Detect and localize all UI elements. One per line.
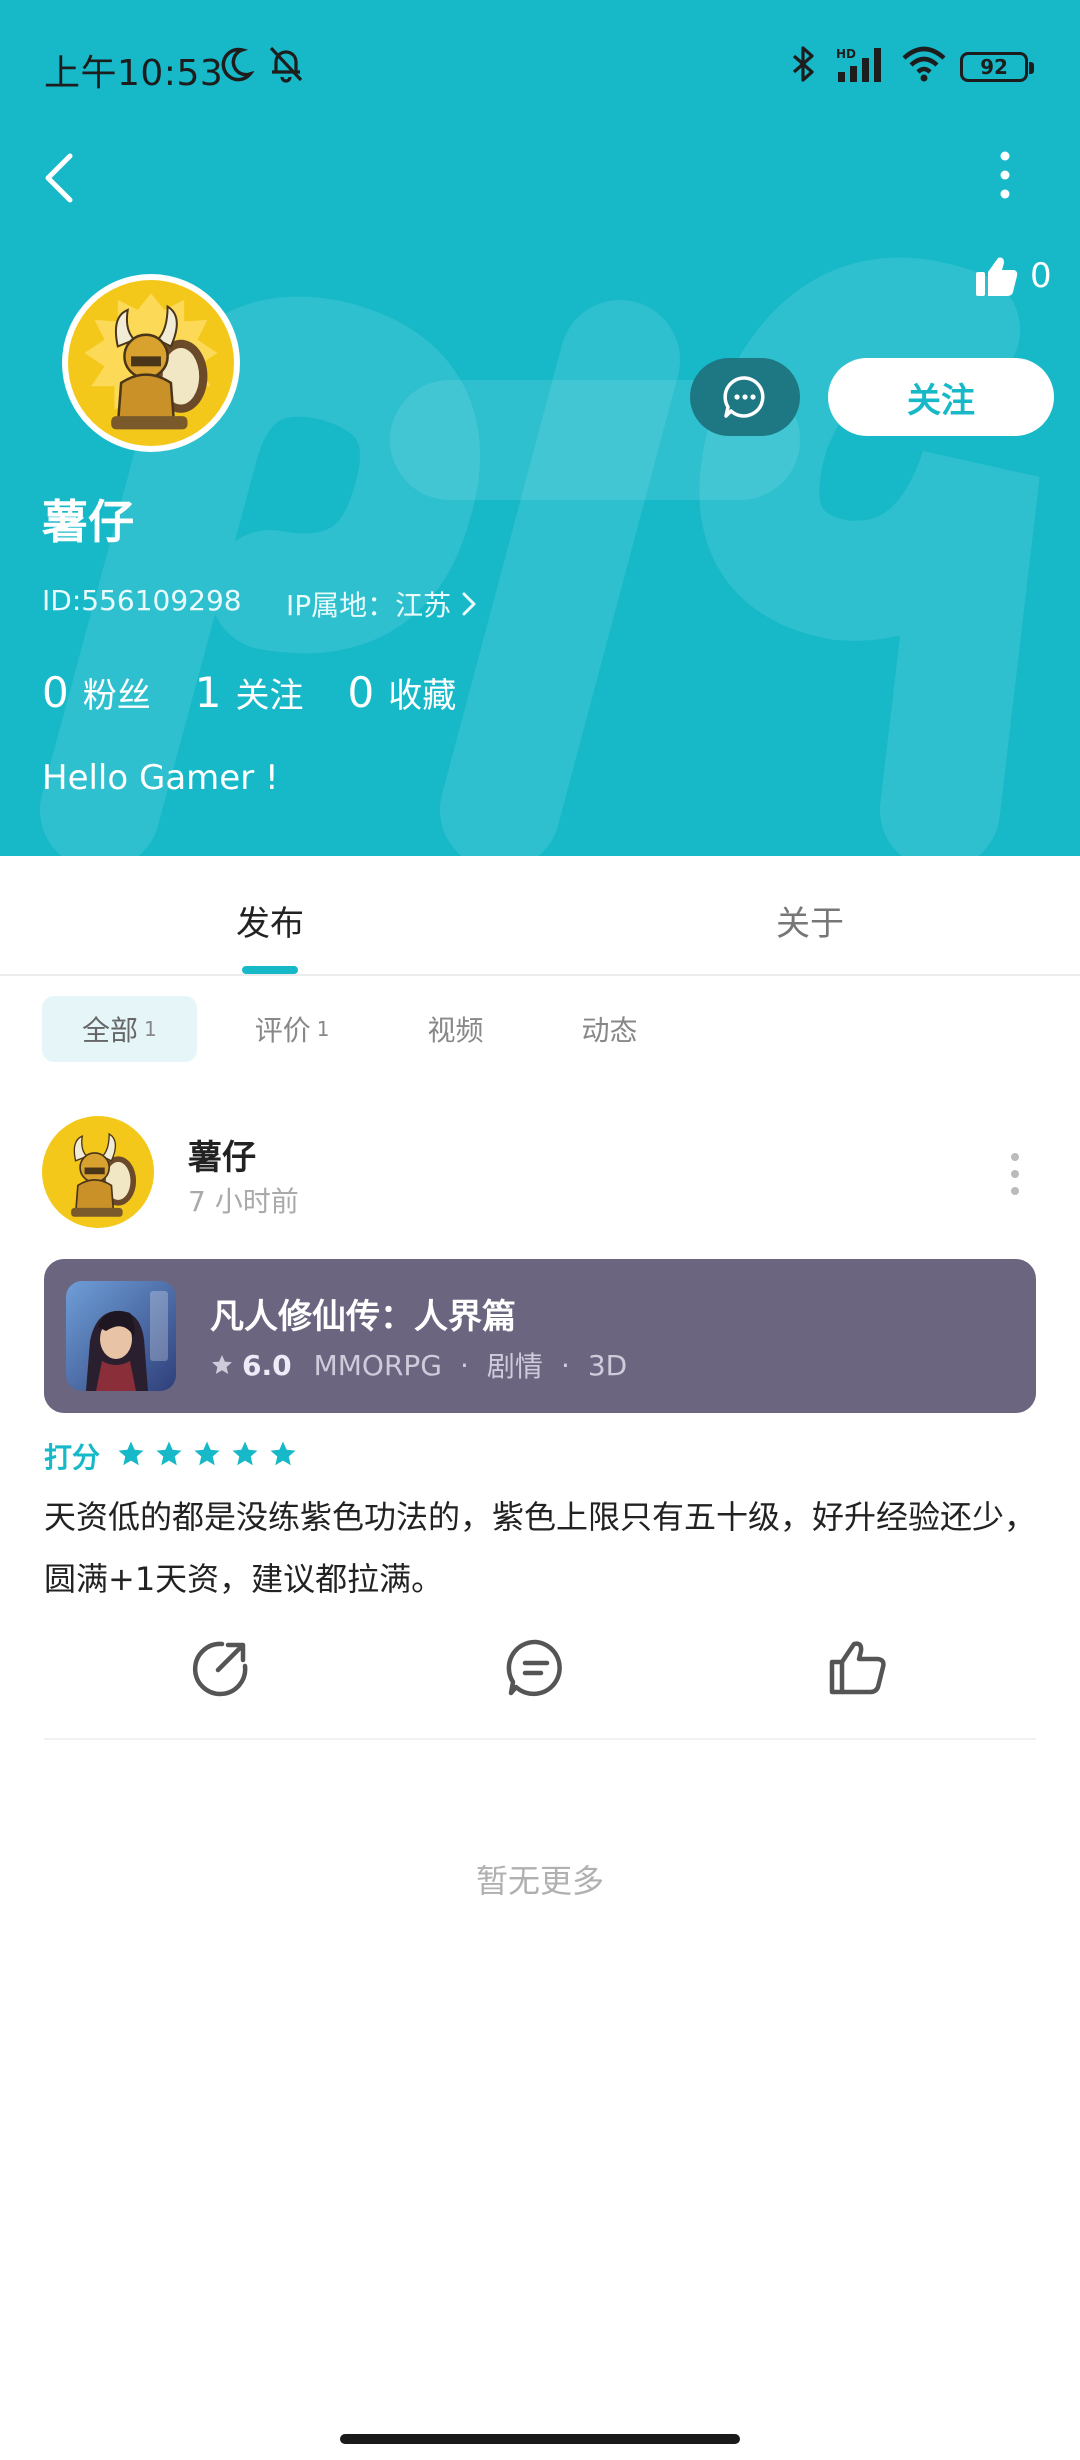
profile-screen: 上午10:53 HD 92 0 关注 薯仔 ID:556109298 IP属地：… (0, 0, 1080, 2460)
profile-username: 薯仔 (42, 495, 134, 549)
rating-stars (116, 1439, 306, 1473)
ip-location-text: IP属地：江苏 (286, 589, 452, 622)
tag-separator: · (560, 1348, 570, 1382)
game-cover-image (66, 1281, 176, 1391)
filter-videos[interactable]: 视频 (388, 996, 524, 1062)
game-tag: 剧情 (486, 1350, 543, 1383)
profile-likes[interactable]: 0 (974, 254, 1052, 298)
wifi-icon (902, 46, 946, 82)
bluetooth-icon (792, 46, 814, 82)
stat-favorites[interactable]: 0 收藏 (347, 668, 456, 717)
filter-label: 视频 (427, 1014, 484, 1047)
svg-text:HD: HD (836, 47, 856, 61)
status-time: 上午10:53 (44, 53, 224, 94)
game-score: 6.0 (242, 1348, 292, 1382)
star-icon (212, 1355, 232, 1374)
profile-id: ID:556109298 (42, 584, 242, 617)
comment-icon[interactable] (504, 1636, 568, 1700)
warrior-avatar-image (42, 1116, 154, 1228)
back-arrow-icon[interactable] (40, 150, 80, 206)
follow-button[interactable]: 关注 (828, 358, 1054, 436)
rating-row: 打分 (44, 1436, 306, 1476)
filter-label: 评价 (254, 1014, 311, 1047)
filter-label: 动态 (581, 1014, 638, 1047)
rating-star-icon (194, 1441, 220, 1466)
game-icon (66, 1281, 176, 1391)
content-filters: 全部 1 评价 1 视频 动态 (42, 996, 696, 1062)
filter-label: 全部 (82, 1014, 139, 1047)
game-tag: MMORPG (313, 1348, 443, 1382)
game-title: 凡人修仙传：人界篇 (210, 1297, 516, 1337)
post-divider (44, 1738, 1036, 1740)
stat-fans[interactable]: 0 粉丝 (42, 668, 151, 717)
game-tag: 3D (587, 1348, 628, 1382)
home-indicator[interactable] (340, 2434, 740, 2444)
review-text: 天资低的都是没练紫色功法的，紫色上限只有五十级，好升经验还少，圆满+1天资，建议… (44, 1498, 1037, 1598)
tag-separator: · (460, 1348, 469, 1382)
share-icon[interactable] (188, 1636, 252, 1700)
mute-bell-icon (269, 46, 303, 83)
post-author-avatar[interactable] (42, 1116, 154, 1228)
stat-following[interactable]: 1 关注 (195, 668, 304, 717)
chevron-right-icon (462, 592, 476, 616)
post-timestamp: 7 小时前 (188, 1185, 299, 1218)
moon-icon (221, 47, 254, 82)
filter-count: 1 (316, 1017, 330, 1041)
rating-star-icon (156, 1441, 182, 1466)
profile-stats: 0 粉丝 1 关注 0 收藏 (42, 668, 500, 717)
stat-label: 粉丝 (82, 676, 151, 716)
filter-reviews[interactable]: 评价 1 (215, 996, 370, 1062)
signal-icon: HD (836, 47, 881, 82)
active-tab-indicator (242, 966, 298, 974)
brand-watermark (40, 257, 1040, 856)
tab-about[interactable]: 关于 (776, 896, 844, 945)
filter-all[interactable]: 全部 1 (42, 996, 197, 1062)
status-bar: 上午10:53 HD 92 (0, 0, 1080, 140)
stat-label: 关注 (235, 676, 304, 716)
rating-star-icon (270, 1441, 296, 1466)
battery-indicator: 92 (960, 52, 1034, 82)
chat-bubble-icon (723, 376, 765, 418)
ip-location[interactable]: IP属地：江苏 (286, 584, 477, 624)
stat-number: 0 (347, 668, 375, 717)
likes-count: 0 (1030, 256, 1052, 296)
rating-label: 打分 (44, 1441, 101, 1474)
tab-post[interactable]: 发布 (236, 896, 304, 945)
thumbs-up-icon (976, 257, 1018, 296)
profile-bio: Hello Gamer ! (42, 758, 279, 798)
post-author-name[interactable]: 薯仔 (188, 1130, 256, 1179)
warrior-avatar-image (68, 280, 234, 446)
rating-star-icon (232, 1441, 258, 1466)
filter-moments[interactable]: 动态 (542, 996, 678, 1062)
profile-header: 上午10:53 HD 92 0 关注 薯仔 ID:556109298 IP属地：… (0, 0, 1080, 856)
profile-avatar[interactable] (62, 274, 240, 452)
more-vertical-icon[interactable] (990, 150, 1020, 200)
game-card[interactable]: 凡人修仙传：人界篇 6.0 MMORPG · 剧情 · 3D (44, 1259, 1036, 1413)
stat-number: 1 (194, 668, 222, 717)
rating-star-icon (118, 1441, 144, 1466)
post-more-icon[interactable] (1008, 1152, 1022, 1196)
filter-count: 1 (144, 1017, 157, 1041)
thumbs-up-outline-icon[interactable] (826, 1636, 890, 1700)
game-meta: 6.0 MMORPG · 剧情 · 3D (210, 1345, 627, 1385)
stat-number: 0 (42, 668, 69, 717)
end-of-list-text: 暂无更多 (475, 1862, 604, 1900)
profile-tabs: 发布 关于 (0, 856, 1080, 976)
stat-label: 收藏 (388, 676, 457, 716)
message-button[interactable] (690, 358, 800, 436)
